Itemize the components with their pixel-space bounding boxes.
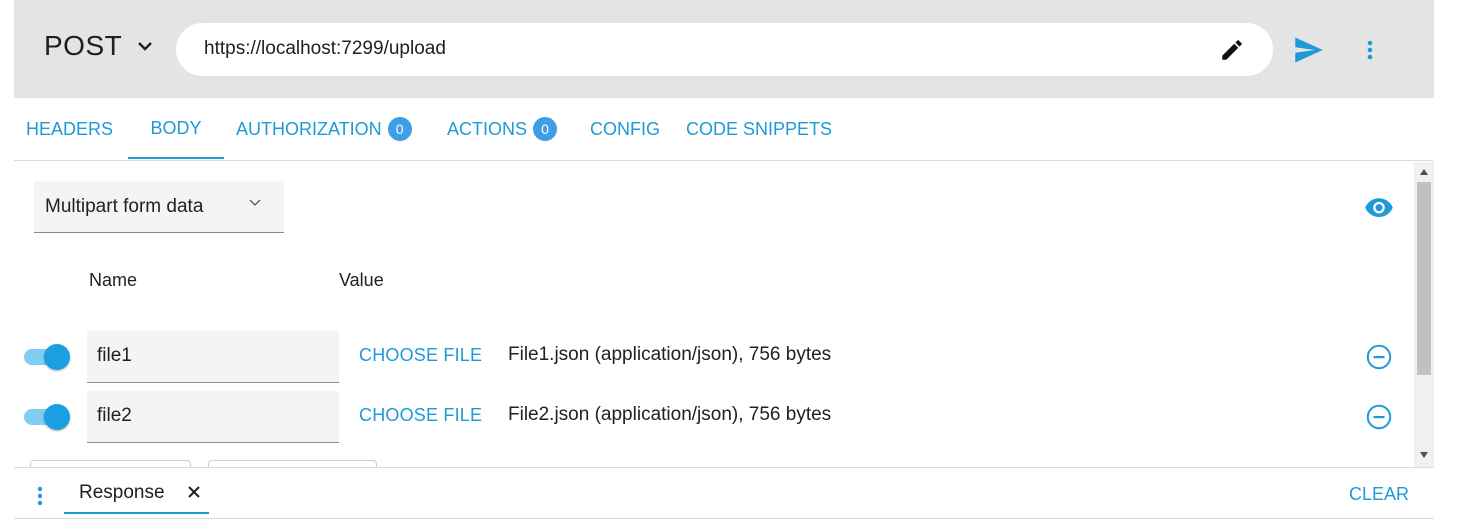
toggle-thumb xyxy=(44,404,70,430)
form-data-row: CHOOSE FILE File1.json (application/json… xyxy=(14,331,1414,383)
more-vert-icon[interactable] xyxy=(32,484,48,508)
choose-file-button[interactable]: CHOOSE FILE xyxy=(359,405,482,426)
tab-headers[interactable]: HEADERS xyxy=(26,99,113,159)
choose-file-button[interactable]: CHOOSE FILE xyxy=(359,345,482,366)
file-info: File1.json (application/json), 756 bytes xyxy=(508,344,832,365)
count-badge: 0 xyxy=(533,117,558,141)
count-badge: 0 xyxy=(387,117,412,141)
file-info: File2.json (application/json), 756 bytes xyxy=(508,404,832,425)
column-header-name: Name xyxy=(89,270,138,290)
clear-button[interactable]: CLEAR xyxy=(1349,484,1409,505)
tab-authorization[interactable]: AUTHORIZATION 0 xyxy=(236,99,412,159)
tab-label: HEADERS xyxy=(26,118,114,139)
body-panel: Multipart form data Name Value CHOOSE FI… xyxy=(14,162,1414,467)
row-name-field[interactable] xyxy=(87,331,339,383)
tab-body[interactable]: BODY xyxy=(128,99,224,159)
tab-label: BODY xyxy=(150,117,202,138)
body-scrollbar[interactable] xyxy=(1414,162,1434,467)
row-name-field[interactable] xyxy=(87,391,339,443)
row-enabled-toggle[interactable] xyxy=(24,343,70,371)
remove-circle-icon[interactable] xyxy=(1366,404,1392,430)
row-enabled-toggle[interactable] xyxy=(24,403,70,431)
tab-actions[interactable]: ACTIONS 0 xyxy=(447,99,558,159)
url-text[interactable]: https://localhost:7299/upload xyxy=(204,38,446,60)
body-type-select[interactable]: Multipart form data xyxy=(34,181,284,233)
send-icon[interactable] xyxy=(1294,36,1324,64)
toggle-thumb xyxy=(44,344,70,370)
tab-label: CODE SNIPPETS xyxy=(686,118,833,139)
tab-label: ACTIONS xyxy=(447,118,528,139)
add-row-button[interactable] xyxy=(30,460,191,467)
chevron-down-icon xyxy=(249,199,261,206)
body-type-label: Multipart form data xyxy=(45,196,204,217)
scroll-up-arrow-icon[interactable] xyxy=(1419,168,1429,176)
tab-response[interactable]: Response xyxy=(64,468,209,514)
eye-icon[interactable] xyxy=(1364,195,1394,219)
column-header-value: Value xyxy=(339,270,384,290)
request-bar: POST https://localhost:7299/upload xyxy=(14,0,1434,98)
request-tabs: HEADERS BODY AUTHORIZATION 0 ACTIONS 0 CON… xyxy=(14,99,1434,161)
tab-code-snippets[interactable]: CODE SNIPPETS xyxy=(686,99,832,159)
response-bar: Response CLEAR xyxy=(14,467,1434,519)
form-data-row: CHOOSE FILE File2.json (application/json… xyxy=(14,391,1414,443)
tab-label: AUTHORIZATION xyxy=(236,118,382,139)
chevron-down-icon xyxy=(138,42,153,51)
add-file-button[interactable] xyxy=(208,460,377,467)
tab-config[interactable]: CONFIG xyxy=(590,99,660,159)
remove-circle-icon[interactable] xyxy=(1366,344,1392,370)
edit-icon[interactable] xyxy=(1219,37,1245,63)
method-selector[interactable]: POST xyxy=(44,30,154,62)
row-name-input[interactable] xyxy=(97,343,327,369)
row-name-input[interactable] xyxy=(97,403,327,429)
tab-label: CONFIG xyxy=(590,118,660,139)
close-icon[interactable] xyxy=(186,484,202,500)
response-tab-label: Response xyxy=(79,482,165,503)
url-field[interactable]: https://localhost:7299/upload xyxy=(176,23,1273,76)
scroll-down-arrow-icon[interactable] xyxy=(1419,451,1429,459)
more-vert-icon[interactable] xyxy=(1360,38,1380,62)
scroll-thumb[interactable] xyxy=(1417,182,1431,375)
method-label: POST xyxy=(44,30,123,61)
